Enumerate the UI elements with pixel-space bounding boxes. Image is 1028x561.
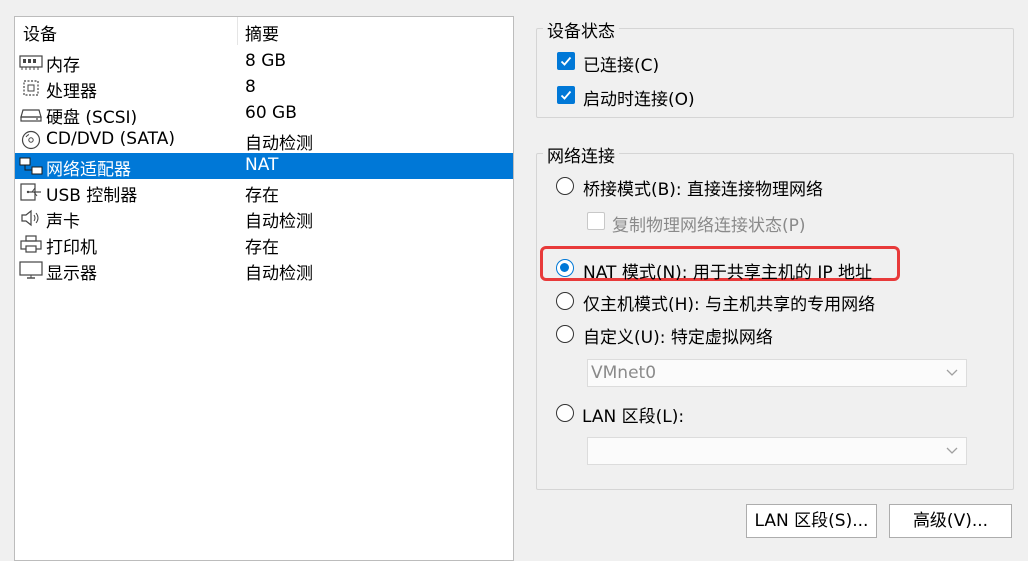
device-name: USB 控制器	[46, 186, 138, 206]
device-list[interactable]: 设备 摘要 内存 8 GB 处理器 8 硬盘 (SCSI) 60 GB CD/D…	[14, 16, 514, 561]
custom-network-label[interactable]: 自定义(U): 特定虚拟网络	[583, 323, 773, 348]
device-summary: 8 GB	[245, 51, 287, 71]
device-summary: 存在	[245, 186, 279, 206]
lan-segment-radio[interactable]	[556, 404, 574, 422]
device-row-sound-card[interactable]: 声卡 自动检测	[15, 205, 513, 232]
replicate-physical-state-checkbox[interactable]	[587, 212, 605, 230]
custom-network-select-value: VMnet0	[591, 363, 657, 383]
device-list-header: 设备 摘要	[15, 17, 513, 45]
host-only-mode-radio[interactable]	[556, 292, 574, 310]
device-row-usb-controller[interactable]: USB 控制器 存在	[15, 179, 513, 206]
lan-segment-select[interactable]	[587, 437, 967, 465]
cd-dvd-icon	[19, 130, 43, 150]
custom-network-radio[interactable]	[556, 325, 574, 343]
device-name: 显示器	[46, 264, 97, 284]
device-row-cd-dvd[interactable]: CD/DVD (SATA) 自动检测	[15, 127, 513, 154]
lan-segment-label[interactable]: LAN 区段(L):	[582, 402, 684, 427]
device-row-display[interactable]: 显示器 自动检测	[15, 257, 513, 284]
column-header-device[interactable]: 设备	[23, 20, 57, 45]
device-name: 内存	[46, 56, 80, 76]
lan-segments-button[interactable]: LAN 区段(S)...	[746, 504, 877, 538]
network-adapter-icon	[19, 156, 43, 176]
device-row-memory[interactable]: 内存 8 GB	[15, 49, 513, 76]
connected-label[interactable]: 已连接(C)	[583, 51, 659, 76]
device-name: CD/DVD (SATA)	[46, 129, 175, 149]
device-summary: 存在	[245, 238, 279, 258]
device-summary: 自动检测	[245, 212, 313, 232]
display-icon	[19, 260, 43, 280]
device-name: 打印机	[46, 238, 97, 258]
harddisk-icon	[19, 104, 43, 124]
device-row-printer[interactable]: 打印机 存在	[15, 231, 513, 258]
nat-mode-radio[interactable]	[556, 259, 574, 277]
bridged-mode-label[interactable]: 桥接模式(B): 直接连接物理网络	[583, 175, 823, 200]
check-icon	[560, 56, 572, 66]
memory-icon	[19, 52, 43, 72]
connect-at-power-on-checkbox[interactable]	[557, 86, 575, 104]
custom-network-select[interactable]: VMnet0	[587, 359, 967, 387]
usb-icon	[19, 182, 43, 202]
device-row-processor[interactable]: 处理器 8	[15, 75, 513, 102]
device-summary: 自动检测	[245, 264, 313, 284]
device-row-network-adapter[interactable]: 网络适配器 NAT	[15, 153, 513, 180]
device-summary: 自动检测	[245, 134, 313, 154]
device-summary: 60 GB	[245, 103, 297, 123]
connected-checkbox[interactable]	[557, 52, 575, 70]
device-name: 硬盘 (SCSI)	[46, 108, 138, 128]
advanced-button[interactable]: 高级(V)...	[889, 504, 1012, 538]
column-divider[interactable]	[237, 17, 238, 45]
host-only-mode-label[interactable]: 仅主机模式(H): 与主机共享的专用网络	[583, 290, 875, 315]
printer-icon	[19, 234, 43, 254]
sound-icon	[19, 208, 43, 228]
device-summary: 8	[245, 77, 256, 97]
network-connection-title: 网络连接	[543, 142, 619, 167]
cpu-icon	[19, 78, 43, 98]
device-name: 声卡	[46, 212, 80, 232]
device-name: 网络适配器	[46, 160, 131, 180]
nat-mode-label[interactable]: NAT 模式(N): 用于共享主机的 IP 地址	[583, 258, 872, 283]
device-row-harddisk[interactable]: 硬盘 (SCSI) 60 GB	[15, 101, 513, 128]
replicate-physical-state-label[interactable]: 复制物理网络连接状态(P)	[612, 211, 806, 236]
bridged-mode-radio[interactable]	[556, 177, 574, 195]
chevron-down-icon	[946, 447, 958, 454]
connect-at-power-on-label[interactable]: 启动时连接(O)	[583, 85, 695, 110]
device-status-title: 设备状态	[543, 17, 619, 42]
device-summary: NAT	[245, 155, 279, 175]
chevron-down-icon	[946, 369, 958, 376]
device-name: 处理器	[46, 82, 97, 102]
check-icon	[560, 90, 572, 100]
column-header-summary[interactable]: 摘要	[245, 20, 279, 45]
